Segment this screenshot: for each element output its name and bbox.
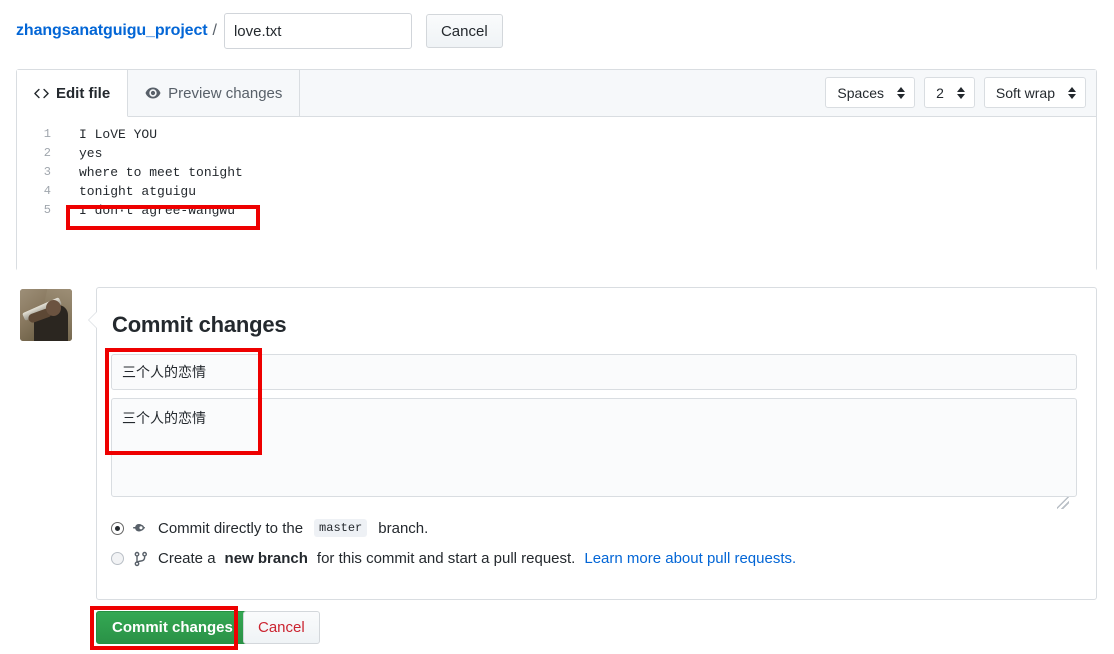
line-text: tonight atguigu xyxy=(79,184,197,199)
tab-preview-changes-label: Preview changes xyxy=(168,84,283,102)
radio-create-new-branch[interactable] xyxy=(111,552,124,565)
resize-grip-icon[interactable] xyxy=(1057,497,1069,509)
commit-option-new-branch[interactable]: Create a new branch for this commit and … xyxy=(111,550,796,567)
code-editor[interactable]: 1 I LoVE YOU 2 yes 3 where to meet tonig… xyxy=(17,117,1096,271)
chevron-updown-icon xyxy=(956,86,965,99)
indent-width-select[interactable]: 2 xyxy=(924,77,975,108)
line-number: 1 xyxy=(43,127,51,141)
avatar-head xyxy=(46,300,61,316)
code-line: 5 I don·t agree-wangwu xyxy=(17,201,1096,220)
wrap-mode-select[interactable]: Soft wrap xyxy=(983,77,1086,108)
cancel-button-bottom[interactable]: Cancel xyxy=(243,611,320,644)
wrap-mode-value: Soft wrap xyxy=(995,84,1055,101)
line-text: I LoVE YOU xyxy=(79,127,158,142)
git-commit-icon xyxy=(133,520,149,536)
radio-commit-directly[interactable] xyxy=(111,521,124,535)
editor-toolbar: Edit file Preview changes Spaces 2 Soft … xyxy=(17,70,1096,117)
commit-changes-button[interactable]: Commit changes xyxy=(96,611,249,644)
commit-option-branch-text-before: Create a xyxy=(158,550,216,567)
commit-panel: Commit changes Commit directly to the ma… xyxy=(88,287,1097,600)
commit-option-branch-text-after: for this commit and start a pull request… xyxy=(316,550,576,567)
line-number: 2 xyxy=(43,146,51,160)
line-number: 4 xyxy=(43,184,51,198)
indent-mode-value: Spaces xyxy=(837,84,885,101)
edit-file-page: zhangsanatguigu_project / Cancel Edit fi… xyxy=(0,0,1114,654)
branch-name-chip: master xyxy=(314,519,368,537)
code-line: 2 yes xyxy=(17,144,1096,163)
git-branch-icon xyxy=(133,551,149,567)
commit-option-direct-text-after: branch. xyxy=(378,519,429,537)
cancel-button-top[interactable]: Cancel xyxy=(425,14,503,48)
code-line: 3 where to meet tonight xyxy=(17,163,1096,182)
tab-edit-file[interactable]: Edit file xyxy=(17,70,129,117)
indent-mode-select[interactable]: Spaces xyxy=(825,77,916,108)
chevron-updown-icon xyxy=(897,86,906,99)
pull-request-learn-more-link[interactable]: Learn more about pull requests. xyxy=(584,550,796,567)
chevron-updown-icon xyxy=(1068,86,1076,99)
code-line: 4 tonight atguigu xyxy=(17,182,1096,201)
editor-settings-group: Spaces 2 Soft wrap xyxy=(825,77,1086,108)
eye-icon xyxy=(145,85,161,101)
code-line: 1 I LoVE YOU xyxy=(17,125,1096,144)
line-number: 5 xyxy=(43,203,51,217)
commit-option-direct-text-before: Commit directly to the xyxy=(158,519,304,537)
bubble-arrow-inner xyxy=(89,311,98,329)
commit-heading: Commit changes xyxy=(112,312,287,337)
line-text: yes xyxy=(79,146,103,161)
line-text: I don·t agree-wangwu xyxy=(79,203,236,218)
commit-option-branch-emphasis: new branch xyxy=(224,550,308,567)
tab-preview-changes[interactable]: Preview changes xyxy=(128,70,301,116)
breadcrumb-repo-link[interactable]: zhangsanatguigu_project xyxy=(16,22,208,40)
page-header: zhangsanatguigu_project / Cancel xyxy=(0,0,1114,62)
line-number: 3 xyxy=(43,165,51,179)
indent-width-value: 2 xyxy=(936,84,944,101)
filename-input[interactable] xyxy=(223,13,412,49)
commit-summary-input[interactable] xyxy=(111,354,1077,390)
tab-edit-file-label: Edit file xyxy=(56,84,111,102)
breadcrumb-separator: / xyxy=(212,22,217,39)
code-icon xyxy=(34,86,49,101)
avatar xyxy=(20,289,72,341)
commit-option-direct[interactable]: Commit directly to the master branch. xyxy=(111,519,428,537)
editor-panel: Edit file Preview changes Spaces 2 Soft … xyxy=(16,69,1097,271)
line-text: where to meet tonight xyxy=(79,165,243,180)
commit-description-textarea[interactable] xyxy=(111,398,1077,497)
